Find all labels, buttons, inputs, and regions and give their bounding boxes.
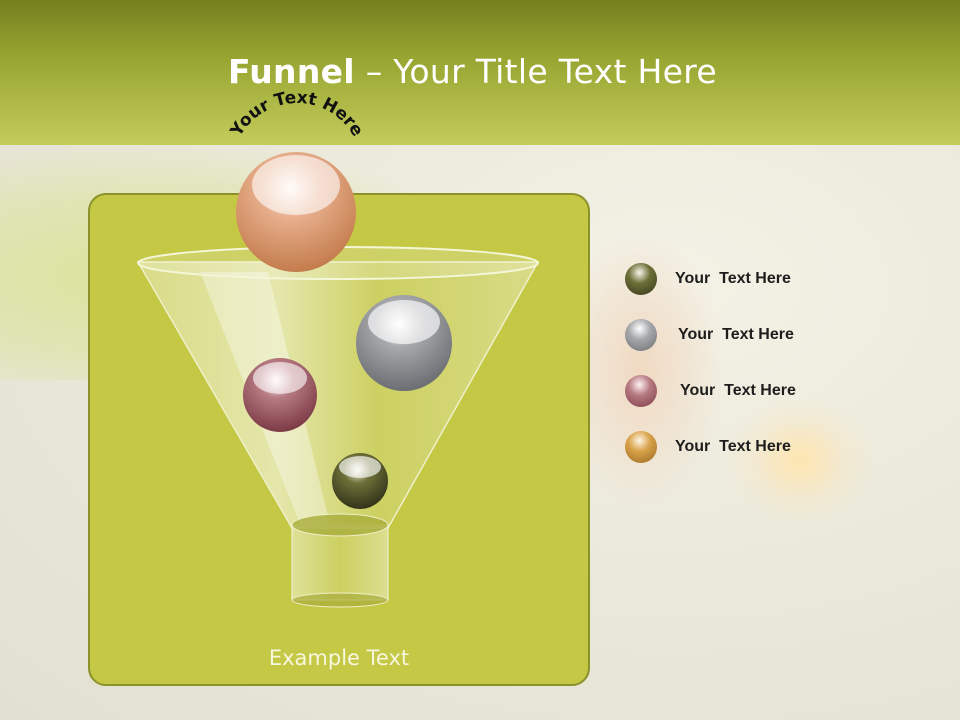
- example-text: Example Text: [268, 646, 410, 670]
- legend-ball-gray-icon: [625, 319, 657, 351]
- legend-ball-rose-icon: [625, 375, 657, 407]
- legend-ball-olive-icon: [625, 263, 657, 295]
- legend-label: Your Text Here: [678, 326, 794, 343]
- legend-label: Your Text Here: [675, 270, 791, 287]
- funnel-graphic: Your Text Here: [136, 88, 540, 608]
- legend-ball-amber-icon: [625, 431, 657, 463]
- funnel-cup-top: [291, 513, 389, 537]
- arc-label: Your Text Here: [226, 88, 367, 141]
- legend-label: Your Text Here: [680, 382, 796, 399]
- legend-label: Your Text Here: [675, 438, 791, 455]
- funnel-cup-bottom: [291, 592, 389, 608]
